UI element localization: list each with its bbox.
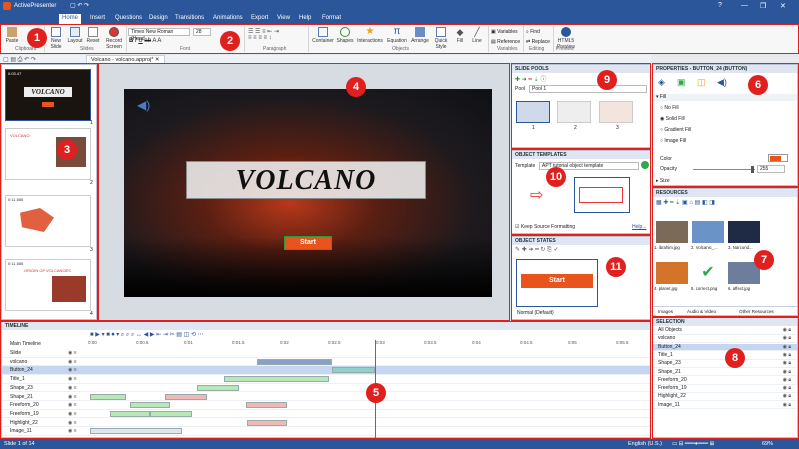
selection-highlight-box [652,317,799,439]
help-icon[interactable]: ? [718,2,722,9]
callout-badge-2: 2 [220,31,240,51]
quick-access-icons[interactable]: ▢ ↶ ↷ [70,2,89,9]
tab-insert[interactable]: Insert [87,14,108,22]
tab-home[interactable]: Home [59,14,82,24]
slides-highlight-box [0,63,98,321]
zoom-level: 69% [762,441,774,447]
callout-badge-9: 9 [597,70,617,90]
title-bar: ActivePresenter ▢ ↶ ↷ ? — ❐ ✕ [0,0,799,13]
tab-view[interactable]: View [274,14,293,22]
ribbon-highlight-box [0,24,799,54]
callout-badge-6: 6 [748,75,768,95]
tab-design[interactable]: Design [146,14,171,22]
ribbon-tabs: Home Insert Questions Design Transitions… [0,13,799,24]
callout-badge-7: 7 [754,250,774,270]
callout-badge-10: 10 [546,167,566,187]
states-highlight-box [511,235,651,321]
timeline-highlight-box [0,321,651,439]
status-bar: Slide 1 of 14 English (U.S.) ▭ ⊟ ━━━●━━━… [0,439,799,449]
callout-badge-5: 5 [366,383,386,403]
maximize-button[interactable]: ❐ [760,2,766,10]
app-title: ActivePresenter [14,3,57,9]
callout-badge-4: 4 [346,77,366,97]
pools-highlight-box [511,63,651,149]
tab-format[interactable]: Format [319,14,344,22]
tab-help[interactable]: Help [296,14,314,22]
app-logo-icon [3,2,11,10]
language-indicator[interactable]: English (U.S.) [628,441,662,447]
callout-badge-3: 3 [57,140,77,160]
callout-badge-1: 1 [27,28,47,48]
zoom-controls[interactable]: ▭ ⊟ ━━━●━━━ ⊞ [672,441,714,447]
tab-animations[interactable]: Animations [210,14,246,22]
properties-highlight-box [652,63,799,187]
close-button[interactable]: ✕ [780,2,786,10]
callout-badge-8: 8 [725,348,745,368]
tab-export[interactable]: Export [248,14,271,22]
callout-badge-11: 11 [606,257,626,277]
minimize-button[interactable]: — [741,2,748,9]
tab-questions[interactable]: Questions [112,14,145,22]
resources-highlight-box [652,187,799,317]
canvas-highlight-box [98,63,510,321]
tab-transitions[interactable]: Transitions [172,14,207,22]
templates-highlight-box [511,149,651,235]
slide-counter: Slide 1 of 14 [4,441,35,447]
